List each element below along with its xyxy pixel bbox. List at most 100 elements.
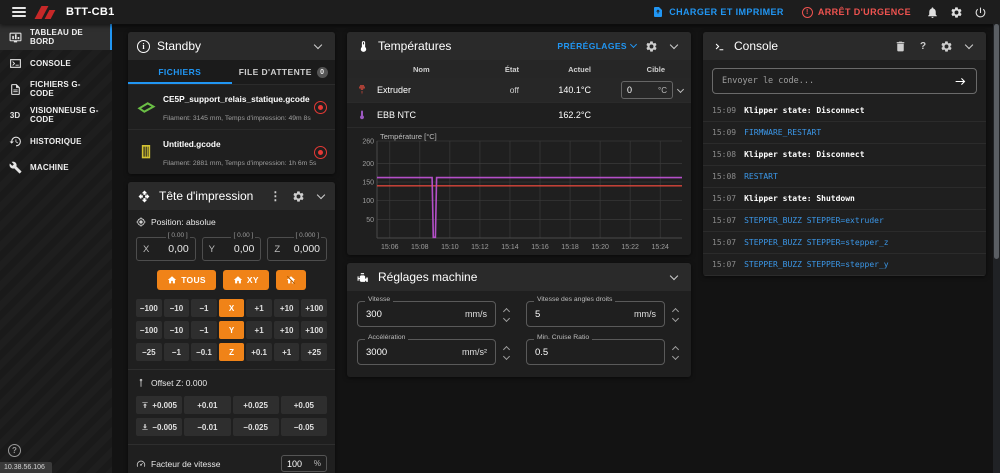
z-offset-button-−0.005[interactable]: −0.005 <box>136 418 182 436</box>
file-row-1[interactable]: CE5P_support_relais_statique.gcode Filam… <box>128 84 335 129</box>
axis-button-y[interactable]: Y <box>219 321 245 339</box>
target-dropdown-chevron-icon[interactable] <box>677 85 684 92</box>
setting-input-acc-l-ration[interactable]: Accélération3000mm/s² <box>357 339 496 365</box>
jog-button-y-+100[interactable]: +100 <box>301 321 327 339</box>
z-offset-button-+0.025[interactable]: +0.025 <box>233 396 279 414</box>
setting-value: 300 <box>366 309 382 320</box>
jog-button-z-+25[interactable]: +25 <box>301 343 327 361</box>
setting-input-vitesse[interactable]: Vitesse300mm/s <box>357 301 496 327</box>
panel-settings-gear-icon[interactable] <box>938 38 954 54</box>
temp-row-ebb-ntc[interactable]: EBB NTC 162.2°C <box>347 103 691 128</box>
setting-stepper <box>669 307 681 321</box>
setting-input-min-cruise-ratio[interactable]: Min. Cruise Ratio0.5 <box>526 339 665 365</box>
help-question-icon[interactable]: ? <box>915 38 931 54</box>
sidebar-item-dashboard[interactable]: TABLEAU DE BORD <box>0 24 112 50</box>
wrench-icon <box>8 160 22 174</box>
jog-button-x-−1[interactable]: −1 <box>191 299 217 317</box>
file-row-2[interactable]: Untitled.gcode Filament: 2881 mm, Temps … <box>128 129 335 174</box>
scrollbar-thumb[interactable] <box>994 24 999 259</box>
notifications-bell-icon[interactable] <box>920 0 944 24</box>
app-root: BTT-CB1 CHARGER ET IMPRIMER ! ARRÊT D'UR… <box>0 0 1000 473</box>
jog-row-z: −25−1−0.1Z+0.1+1+25 <box>136 343 327 361</box>
machine-settings-header: Réglages machine <box>347 263 691 291</box>
z-offset-button-+0.005[interactable]: +0.005 <box>136 396 182 414</box>
stepper-down-icon[interactable] <box>671 353 678 360</box>
z-offset-button-+0.05[interactable]: +0.05 <box>281 396 327 414</box>
z-position-field[interactable]: [ 0.000 ] Z 0,000 <box>267 237 327 261</box>
svg-text:15:20: 15:20 <box>591 244 609 251</box>
collapse-chevron-icon[interactable] <box>961 38 977 54</box>
more-menu-icon[interactable]: ⋮ <box>267 188 283 204</box>
file-action-icon[interactable] <box>314 146 327 159</box>
jog-button-y-+1[interactable]: +1 <box>246 321 272 339</box>
jog-button-z-+1[interactable]: +1 <box>274 343 300 361</box>
menu-icon[interactable] <box>12 7 26 17</box>
jog-button-y-−10[interactable]: −10 <box>164 321 190 339</box>
tab-queue[interactable]: FILE D'ATTENTE 0 <box>232 60 336 84</box>
z-offset-button-−0.05[interactable]: −0.05 <box>281 418 327 436</box>
axis-button-z[interactable]: Z <box>219 343 245 361</box>
tab-files[interactable]: FICHIERS <box>128 60 232 84</box>
sidebar-item-console[interactable]: CONSOLE <box>0 50 112 76</box>
console-command-input[interactable]: Envoyer le code... <box>712 68 977 94</box>
jog-button-y-+10[interactable]: +10 <box>274 321 300 339</box>
speed-factor-input[interactable]: 100 % <box>281 455 327 472</box>
file-action-icon[interactable] <box>314 101 327 114</box>
power-icon[interactable] <box>968 0 992 24</box>
jog-button-z-+0.1[interactable]: +0.1 <box>246 343 272 361</box>
panel-settings-gear-icon[interactable] <box>290 188 306 204</box>
collapse-chevron-icon[interactable] <box>666 38 682 54</box>
stepper-down-icon[interactable] <box>671 315 678 322</box>
jog-row-x: −100−10−1X+1+10+100 <box>136 299 327 317</box>
extruder-target-input[interactable]: 0 °C <box>621 81 673 99</box>
emergency-stop-button[interactable]: ! ARRÊT D'URGENCE <box>793 0 920 24</box>
collapse-chevron-icon[interactable] <box>666 269 682 285</box>
interface-settings-gear-icon[interactable] <box>944 0 968 24</box>
stepper-down-icon[interactable] <box>502 315 509 322</box>
engine-icon <box>356 270 371 285</box>
jog-button-x-−10[interactable]: −10 <box>164 299 190 317</box>
presets-dropdown[interactable]: PRÉRÉGLAGES <box>557 41 636 51</box>
panel-settings-gear-icon[interactable] <box>643 38 659 54</box>
jog-button-z-−0.1[interactable]: −0.1 <box>191 343 217 361</box>
jog-button-z-−1[interactable]: −1 <box>164 343 190 361</box>
jog-button-x-+100[interactable]: +100 <box>301 299 327 317</box>
series-ebb-ntc <box>377 178 682 238</box>
console-timestamp: 15:08 <box>712 172 736 181</box>
home-xy-button[interactable]: XY <box>223 270 269 290</box>
jog-button-y-−1[interactable]: −1 <box>191 321 217 339</box>
status-panel-header: i Standby <box>128 32 335 60</box>
console-timestamp: 15:09 <box>712 128 736 137</box>
stepper-down-icon[interactable] <box>502 353 509 360</box>
setting-acc-l-ration: Accélération3000mm/s² <box>357 339 512 365</box>
nozzle-icon <box>347 84 377 96</box>
z-offset-button-−0.01[interactable]: −0.01 <box>184 418 230 436</box>
sidebar-item-gcode-viewer[interactable]: 3D VISIONNEUSE G-CODE <box>0 102 112 128</box>
axis-button-x[interactable]: X <box>219 299 245 317</box>
console-input-placeholder: Envoyer le code... <box>722 76 954 86</box>
z-offset-button-+0.01[interactable]: +0.01 <box>184 396 230 414</box>
trash-icon[interactable] <box>892 38 908 54</box>
sidebar-item-history[interactable]: HISTORIQUE <box>0 128 112 154</box>
z-offset-button-−0.025[interactable]: −0.025 <box>233 418 279 436</box>
jog-button-y-−100[interactable]: −100 <box>136 321 162 339</box>
help-icon[interactable]: ? <box>8 444 21 457</box>
sidebar-item-machine[interactable]: MACHINE <box>0 154 112 180</box>
collapse-chevron-icon[interactable] <box>313 188 329 204</box>
btt-logo <box>36 5 58 20</box>
jog-button-x-+1[interactable]: +1 <box>246 299 272 317</box>
setting-input-vitesse-des-angles-droits[interactable]: Vitesse des angles droits5mm/s <box>526 301 665 327</box>
sidebar-item-gcode-files[interactable]: FICHIERS G-CODE <box>0 76 112 102</box>
collapse-chevron-icon[interactable] <box>310 38 326 54</box>
jog-button-x-+10[interactable]: +10 <box>274 299 300 317</box>
page-scrollbar[interactable] <box>993 24 1000 473</box>
send-icon[interactable] <box>954 75 967 88</box>
temp-row-extruder[interactable]: Extruder off 140.1°C 0 °C <box>347 78 691 103</box>
x-position-field[interactable]: [ 0.00 ] X 0,00 <box>136 237 196 261</box>
home-all-button[interactable]: TOUS <box>157 270 216 290</box>
upload-and-print-button[interactable]: CHARGER ET IMPRIMER <box>643 0 793 24</box>
home-off-button[interactable] <box>276 270 306 290</box>
jog-button-x-−100[interactable]: −100 <box>136 299 162 317</box>
jog-button-z-−25[interactable]: −25 <box>136 343 162 361</box>
y-position-field[interactable]: [ 0.00 ] Y 0,00 <box>202 237 262 261</box>
